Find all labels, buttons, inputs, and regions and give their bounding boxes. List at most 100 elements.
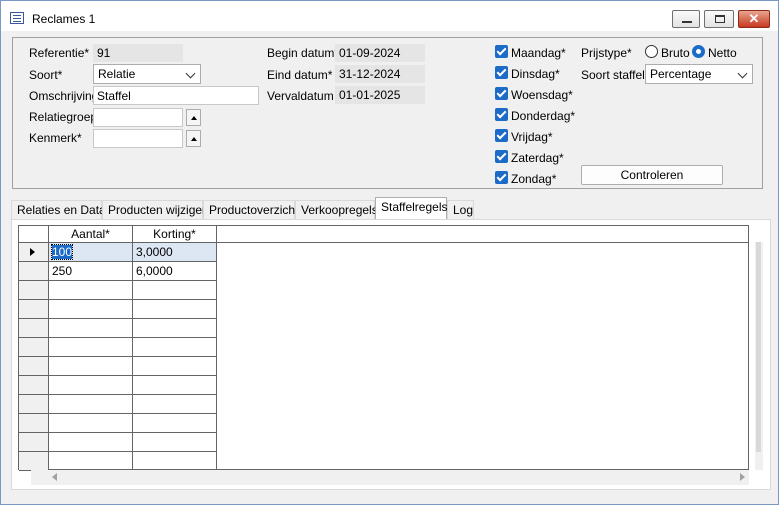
vertical-scrollbar[interactable] — [755, 242, 763, 470]
woensdag-label: Woensdag* — [511, 88, 573, 102]
cell-aantal[interactable] — [49, 300, 133, 319]
column-header-korting[interactable]: Korting* — [133, 226, 217, 243]
cell-aantal[interactable] — [49, 452, 133, 471]
cell-aantal[interactable] — [49, 395, 133, 414]
cell-korting[interactable] — [133, 395, 217, 414]
cell-korting[interactable] — [133, 452, 217, 471]
staffel-grid[interactable]: Aantal* Korting* 100 3,0000 250 6,0000 — [18, 225, 749, 471]
row-header[interactable] — [19, 395, 49, 414]
cell-aantal[interactable] — [49, 433, 133, 452]
begin-datum-label: Begin datum* — [267, 46, 340, 60]
eind-datum-label: Eind datum* — [267, 68, 333, 82]
soort-label: Soort* — [29, 68, 63, 82]
relatiegroep-label: Relatiegroep — [29, 110, 98, 124]
controleren-button[interactable]: Controleren — [581, 165, 723, 185]
row-header[interactable] — [19, 452, 49, 471]
row-header[interactable] — [19, 338, 49, 357]
cell-aantal[interactable] — [49, 414, 133, 433]
donderdag-checkbox[interactable] — [495, 108, 508, 121]
close-button[interactable]: ✕ — [738, 10, 770, 28]
window-title: Reclames 1 — [32, 12, 96, 26]
tab-log[interactable]: Log — [447, 200, 474, 220]
minimize-button[interactable] — [672, 10, 700, 28]
kenmerk-input[interactable] — [93, 129, 183, 148]
prijstype-bruto-radio[interactable] — [645, 45, 658, 58]
tab-productoverzicht[interactable]: Productoverzicht — [203, 200, 298, 220]
referentie-field: 91 — [93, 44, 183, 62]
kenmerk-lookup-button[interactable] — [186, 130, 201, 147]
title-bar: Reclames 1 ✕ — [1, 1, 778, 31]
begin-datum-field: 01-09-2024 — [335, 44, 425, 62]
row-pointer-icon — [30, 248, 35, 256]
close-icon: ✕ — [748, 11, 760, 26]
tab-staffelregels[interactable]: Staffelregels — [375, 197, 448, 220]
row-header-corner — [19, 226, 49, 243]
scroll-right-icon[interactable] — [740, 473, 745, 481]
row-header[interactable] — [19, 262, 49, 281]
zondag-checkbox[interactable] — [495, 171, 508, 184]
cell-korting[interactable] — [133, 433, 217, 452]
vrijdag-checkbox[interactable] — [495, 129, 508, 142]
soort-value: Relatie — [98, 67, 136, 81]
minimize-icon — [682, 21, 692, 23]
omschrijving-input[interactable]: Staffel — [93, 86, 259, 105]
row-header[interactable] — [19, 281, 49, 300]
window: Reclames 1 ✕ Referentie* 91 Soort* Relat… — [0, 0, 779, 505]
cell-korting[interactable] — [133, 414, 217, 433]
maandag-checkbox[interactable] — [495, 45, 508, 58]
maandag-label: Maandag* — [511, 46, 566, 60]
cell-aantal[interactable] — [49, 319, 133, 338]
row-header[interactable] — [19, 414, 49, 433]
cell-aantal[interactable] — [49, 281, 133, 300]
tab-verkoopregels[interactable]: Verkoopregels — [295, 200, 378, 220]
soort-select[interactable]: Relatie — [93, 64, 201, 84]
cell-aantal[interactable] — [49, 357, 133, 376]
chevron-down-icon — [737, 68, 748, 79]
dinsdag-label: Dinsdag* — [511, 67, 560, 81]
cell-korting[interactable] — [133, 338, 217, 357]
vrijdag-label: Vrijdag* — [511, 130, 553, 144]
cell-korting[interactable]: 3,0000 — [133, 243, 217, 262]
omschrijving-label: Omschrijving — [29, 89, 99, 103]
woensdag-checkbox[interactable] — [495, 87, 508, 100]
tab-relaties-en-data[interactable]: Relaties en Data — [11, 200, 106, 220]
vertical-scroll-thumb[interactable] — [756, 242, 761, 452]
row-header[interactable] — [19, 433, 49, 452]
prijstype-label: Prijstype* — [581, 46, 632, 60]
column-header-filler — [217, 226, 748, 243]
row-header[interactable] — [19, 319, 49, 338]
relatiegroep-input[interactable] — [93, 108, 183, 127]
scroll-left-icon[interactable] — [52, 473, 57, 481]
kenmerk-label: Kenmerk* — [29, 131, 82, 145]
row-header[interactable] — [19, 243, 49, 262]
cell-korting[interactable] — [133, 357, 217, 376]
cell-korting[interactable] — [133, 300, 217, 319]
horizontal-scrollbar[interactable] — [31, 470, 749, 485]
row-header[interactable] — [19, 357, 49, 376]
relatiegroep-lookup-button[interactable] — [186, 109, 201, 126]
zaterdag-checkbox[interactable] — [495, 150, 508, 163]
row-header[interactable] — [19, 300, 49, 319]
cell-aantal[interactable]: 250 — [49, 262, 133, 281]
cell-korting[interactable] — [133, 376, 217, 395]
dinsdag-checkbox[interactable] — [495, 66, 508, 79]
soort-staffel-value: Percentage — [650, 67, 712, 81]
prijstype-bruto-label: Bruto — [661, 46, 690, 60]
cell-korting[interactable] — [133, 319, 217, 338]
app-icon — [10, 12, 24, 24]
vervaldatum-field: 01-01-2025 — [335, 86, 425, 104]
cell-korting[interactable]: 6,0000 — [133, 262, 217, 281]
header-form: Referentie* 91 Soort* Relatie Omschrijvi… — [12, 37, 763, 189]
cell-aantal[interactable]: 100 — [49, 243, 133, 262]
prijstype-netto-radio[interactable] — [692, 45, 705, 58]
row-header[interactable] — [19, 376, 49, 395]
soort-staffel-select[interactable]: Percentage — [645, 64, 753, 84]
maximize-icon — [715, 15, 725, 23]
column-header-aantal[interactable]: Aantal* — [49, 226, 133, 243]
tab-producten-wijzigen[interactable]: Producten wijzigen — [102, 200, 209, 220]
cell-aantal[interactable] — [49, 376, 133, 395]
cell-korting[interactable] — [133, 281, 217, 300]
vervaldatum-label: Vervaldatum — [267, 89, 334, 103]
maximize-button[interactable] — [704, 10, 734, 28]
cell-aantal[interactable] — [49, 338, 133, 357]
